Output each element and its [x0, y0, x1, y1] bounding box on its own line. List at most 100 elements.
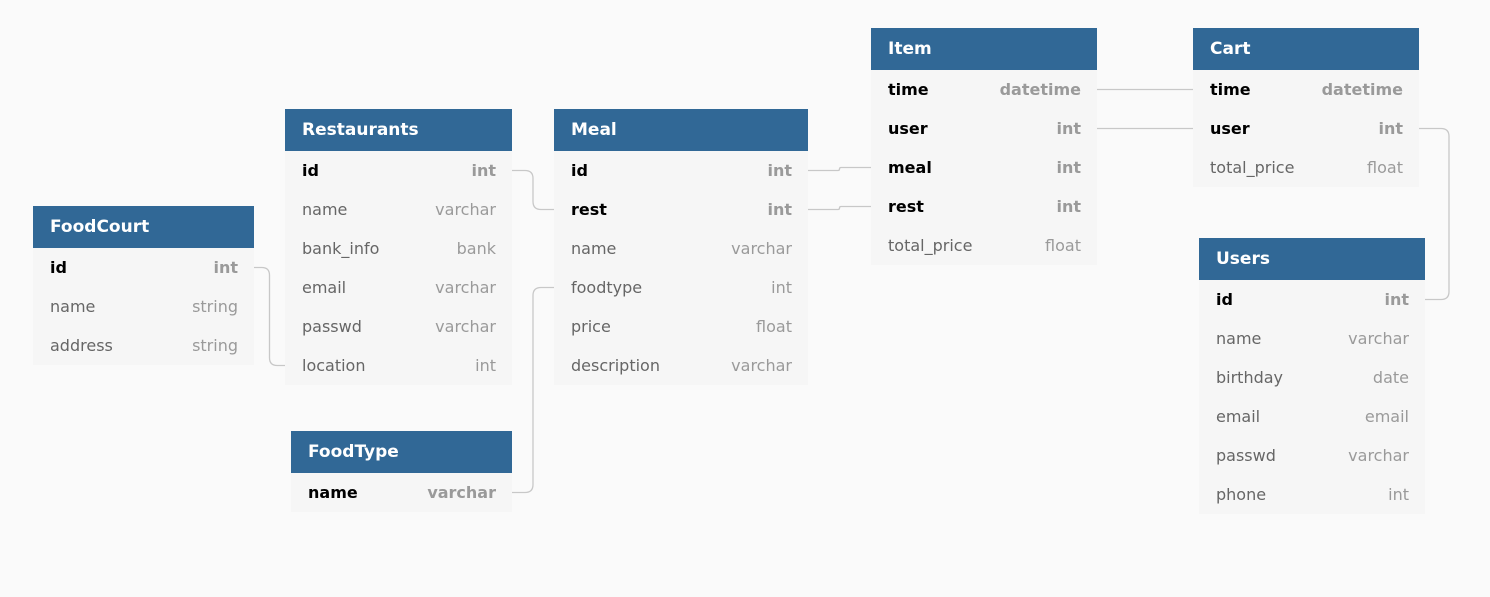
relationship-line-restaurants-meal[interactable] — [512, 169, 554, 211]
field-type: varchar — [435, 278, 496, 297]
field-row[interactable]: time datetime — [871, 70, 1097, 109]
field-name: id — [302, 161, 319, 180]
field-type: varchar — [1348, 329, 1409, 348]
table-title[interactable]: Cart — [1193, 28, 1419, 70]
field-type: float — [756, 317, 792, 336]
field-row[interactable]: name varchar — [285, 190, 512, 229]
table-cart[interactable]: Cart time datetime user int total_price … — [1193, 28, 1419, 187]
field-name: meal — [888, 158, 932, 177]
field-type: varchar — [435, 317, 496, 336]
field-type: date — [1372, 368, 1409, 387]
relationship-line-foodtype-meal[interactable] — [512, 286, 554, 494]
field-name: total_price — [1210, 158, 1295, 177]
field-name: id — [1216, 290, 1233, 309]
field-row[interactable]: user int — [1193, 109, 1419, 148]
table-item[interactable]: Item time datetime user int meal int res… — [871, 28, 1097, 265]
table-meal[interactable]: Meal id int rest int name varchar foodty… — [554, 109, 808, 385]
field-row[interactable]: name varchar — [554, 229, 808, 268]
field-name: foodtype — [571, 278, 643, 297]
field-name: description — [571, 356, 660, 375]
field-type: varchar — [435, 200, 496, 219]
field-row[interactable]: id int — [285, 151, 512, 190]
field-type: int — [1378, 119, 1403, 138]
field-row[interactable]: name varchar — [1199, 319, 1425, 358]
table-title[interactable]: Users — [1199, 238, 1425, 280]
field-type: datetime — [1321, 80, 1403, 99]
field-row[interactable]: address string — [33, 326, 254, 365]
field-name: address — [50, 336, 113, 355]
field-name: id — [50, 258, 67, 277]
table-title[interactable]: Restaurants — [285, 109, 512, 151]
table-title[interactable]: FoodType — [291, 431, 512, 473]
table-users[interactable]: Users id int name varchar birthday date … — [1199, 238, 1425, 514]
field-row[interactable]: passwd varchar — [1199, 436, 1425, 475]
field-row[interactable]: id int — [1199, 280, 1425, 319]
field-name: name — [50, 297, 96, 316]
field-type: varchar — [1348, 446, 1409, 465]
field-type: string — [192, 336, 238, 355]
field-type: email — [1364, 407, 1409, 426]
field-row[interactable]: description varchar — [554, 346, 808, 385]
field-row[interactable]: rest int — [554, 190, 808, 229]
field-name: name — [302, 200, 348, 219]
field-name: location — [302, 356, 366, 375]
field-row[interactable]: rest int — [871, 187, 1097, 226]
field-row[interactable]: total_price float — [1193, 148, 1419, 187]
field-name: id — [571, 161, 588, 180]
field-row[interactable]: birthday date — [1199, 358, 1425, 397]
field-name: birthday — [1216, 368, 1284, 387]
field-name: time — [888, 80, 929, 99]
field-row[interactable]: meal int — [871, 148, 1097, 187]
field-type: varchar — [427, 483, 496, 502]
field-type: float — [1045, 236, 1081, 255]
field-type: int — [213, 258, 238, 277]
field-type: int — [475, 356, 496, 375]
field-type: int — [767, 200, 792, 219]
field-row[interactable]: id int — [554, 151, 808, 190]
field-name: rest — [571, 200, 607, 219]
field-type: int — [1384, 290, 1409, 309]
field-row[interactable]: bank_info bank — [285, 229, 512, 268]
field-row[interactable]: location int — [285, 346, 512, 385]
field-row[interactable]: user int — [871, 109, 1097, 148]
field-row[interactable]: name varchar — [291, 473, 512, 512]
field-row[interactable]: id int — [33, 248, 254, 287]
field-row[interactable]: name string — [33, 287, 254, 326]
field-name: user — [1210, 119, 1250, 138]
table-foodcourt[interactable]: FoodCourt id int name string address str… — [33, 206, 254, 365]
table-foodtype[interactable]: FoodType name varchar — [291, 431, 512, 512]
field-name: passwd — [1216, 446, 1276, 465]
field-row[interactable]: email email — [1199, 397, 1425, 436]
field-type: int — [771, 278, 792, 297]
field-type: int — [1056, 197, 1081, 216]
field-name: user — [888, 119, 928, 138]
field-type: int — [1056, 119, 1081, 138]
relationship-line-meal-item[interactable] — [808, 166, 871, 172]
field-type: int — [1388, 485, 1409, 504]
field-name: email — [302, 278, 347, 297]
field-name: email — [1216, 407, 1261, 426]
table-restaurants[interactable]: Restaurants id int name varchar bank_inf… — [285, 109, 512, 385]
field-name: price — [571, 317, 611, 336]
table-title[interactable]: Item — [871, 28, 1097, 70]
field-type: bank — [456, 239, 496, 258]
relationship-line-meal-item[interactable] — [808, 205, 871, 211]
field-row[interactable]: total_price float — [871, 226, 1097, 265]
field-name: total_price — [888, 236, 973, 255]
field-row[interactable]: price float — [554, 307, 808, 346]
field-row[interactable]: phone int — [1199, 475, 1425, 514]
field-type: datetime — [999, 80, 1081, 99]
field-name: phone — [1216, 485, 1267, 504]
field-name: rest — [888, 197, 924, 216]
field-row[interactable]: email varchar — [285, 268, 512, 307]
table-title[interactable]: FoodCourt — [33, 206, 254, 248]
field-row[interactable]: foodtype int — [554, 268, 808, 307]
relationship-line-foodcourt-restaurants[interactable] — [254, 266, 285, 367]
field-name: name — [571, 239, 617, 258]
field-name: bank_info — [302, 239, 380, 258]
field-name: name — [308, 483, 358, 502]
field-row[interactable]: time datetime — [1193, 70, 1419, 109]
field-type: varchar — [731, 356, 792, 375]
table-title[interactable]: Meal — [554, 109, 808, 151]
field-row[interactable]: passwd varchar — [285, 307, 512, 346]
